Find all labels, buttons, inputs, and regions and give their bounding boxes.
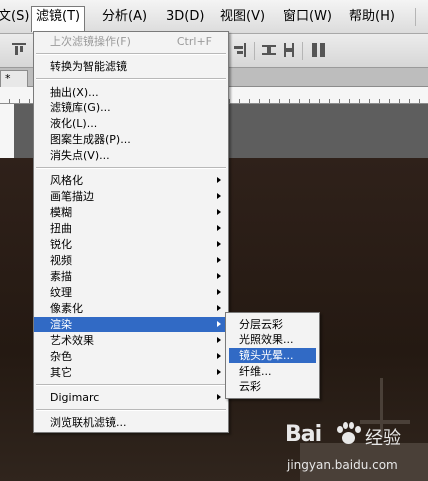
artistic-label: 艺术效果 [50, 334, 94, 347]
menu-item-texture[interactable]: 纹理 [34, 285, 228, 300]
distribute-center-icon[interactable] [282, 43, 296, 57]
align-top-icon[interactable] [12, 43, 26, 57]
submenu-arrow-icon [217, 193, 221, 199]
menu-3d[interactable]: 3D(D) [162, 7, 208, 27]
filter-menu: 上次滤镜操作(F) Ctrl+F 转换为智能滤镜 抽出(X)... 滤镜库(G)… [33, 31, 229, 433]
toolbar-separator [302, 42, 303, 60]
watermark-url: jingyan.baidu.com [287, 458, 398, 472]
menu-item-noise[interactable]: 杂色 [34, 349, 228, 364]
menu-item-video[interactable]: 视频 [34, 253, 228, 268]
render-submenu: 分层云彩 光照效果... 镜头光晕... 纤维... 云彩 [225, 312, 320, 399]
video-label: 视频 [50, 254, 72, 267]
stylize-label: 风格化 [50, 174, 83, 187]
menu-item-filter-gallery[interactable]: 滤镜库(G)... [34, 100, 228, 115]
menu-separator [36, 78, 226, 80]
submenu-arrow-icon [217, 225, 221, 231]
menu-item-render[interactable]: 渲染 [34, 317, 228, 332]
menu-item-last-filter: 上次滤镜操作(F) Ctrl+F [34, 34, 228, 49]
brush-strokes-label: 画笔描边 [50, 190, 94, 203]
submenu-arrow-icon [217, 241, 221, 247]
document-tab[interactable]: * [0, 70, 28, 87]
submenu-item-lens-flare[interactable]: 镜头光晕... [229, 348, 316, 363]
other-label: 其它 [50, 366, 72, 379]
submenu-arrow-icon [217, 353, 221, 359]
menu-item-pattern-maker[interactable]: 图案生成器(P)... [34, 132, 228, 147]
menu-item-other[interactable]: 其它 [34, 365, 228, 380]
submenu-arrow-icon [217, 257, 221, 263]
submenu-arrow-icon [217, 321, 221, 327]
menu-separator [36, 384, 226, 386]
menu-help[interactable]: 帮助(H) [345, 7, 399, 27]
menu-bar: 文(S) 滤镜(T) 分析(A) 3D(D) 视图(V) 窗口(W) 帮助(H) [0, 0, 428, 34]
pixelate-label: 像素化 [50, 302, 83, 315]
menu-item-sharpen[interactable]: 锐化 [34, 237, 228, 252]
auto-align-icon[interactable] [312, 43, 326, 57]
menubar-separator [415, 8, 416, 26]
menu-item-liquify[interactable]: 液化(L)... [34, 116, 228, 131]
submenu-arrow-icon [217, 394, 221, 400]
sketch-label: 素描 [50, 270, 72, 283]
texture-label: 纹理 [50, 286, 72, 299]
menu-item-digimarc[interactable]: Digimarc [34, 390, 228, 405]
render-label: 渲染 [50, 318, 72, 331]
menu-separator [36, 53, 226, 55]
noise-label: 杂色 [50, 350, 72, 363]
align-right-icon[interactable] [232, 43, 246, 57]
baidu-watermark: Bai 经验 jingyan.baidu.com [285, 418, 425, 478]
menu-filter[interactable]: 滤镜(T) [31, 6, 86, 32]
paw-icon [335, 422, 361, 448]
submenu-arrow-icon [217, 289, 221, 295]
submenu-item-difference-clouds[interactable]: 分层云彩 [229, 317, 316, 332]
submenu-arrow-icon [217, 305, 221, 311]
blur-label: 模糊 [50, 206, 72, 219]
submenu-arrow-icon [217, 209, 221, 215]
menu-item-sketch[interactable]: 素描 [34, 269, 228, 284]
distort-label: 扭曲 [50, 222, 72, 235]
watermark-brand-suffix: 经验 [365, 428, 401, 449]
menu-view[interactable]: 视图(V) [216, 7, 269, 27]
menu-item-browse-filters-online[interactable]: 浏览联机滤镜... [34, 415, 228, 430]
toolbar-separator [254, 42, 255, 60]
submenu-item-lighting-effects[interactable]: 光照效果... [229, 332, 316, 347]
submenu-arrow-icon [217, 337, 221, 343]
last-filter-shortcut: Ctrl+F [176, 35, 212, 48]
menu-item-artistic[interactable]: 艺术效果 [34, 333, 228, 348]
menu-item-stylize[interactable]: 风格化 [34, 173, 228, 188]
submenu-item-clouds[interactable]: 云彩 [229, 379, 316, 394]
menu-separator [36, 409, 226, 411]
distribute-icon[interactable] [262, 43, 276, 57]
menu-item-pixelate[interactable]: 像素化 [34, 301, 228, 316]
sharpen-label: 锐化 [50, 238, 72, 251]
submenu-arrow-icon [217, 369, 221, 375]
menu-window[interactable]: 窗口(W) [279, 7, 336, 27]
menu-separator [36, 167, 226, 169]
submenu-arrow-icon [217, 177, 221, 183]
submenu-arrow-icon [217, 273, 221, 279]
watermark-brand: Bai [285, 422, 322, 447]
digimarc-label: Digimarc [50, 391, 100, 404]
last-filter-label: 上次滤镜操作(F) [50, 35, 131, 48]
menu-item-brush-strokes[interactable]: 画笔描边 [34, 189, 228, 204]
menu-item-extract[interactable]: 抽出(X)... [34, 85, 228, 100]
menu-file[interactable]: 文(S) [0, 7, 33, 27]
menu-item-convert-smart-filter[interactable]: 转换为智能滤镜 [34, 59, 228, 74]
menu-item-distort[interactable]: 扭曲 [34, 221, 228, 236]
menu-item-vanishing-point[interactable]: 消失点(V)... [34, 148, 228, 163]
menu-analysis[interactable]: 分析(A) [98, 7, 151, 27]
menu-item-blur[interactable]: 模糊 [34, 205, 228, 220]
submenu-item-fibers[interactable]: 纤维... [229, 364, 316, 379]
